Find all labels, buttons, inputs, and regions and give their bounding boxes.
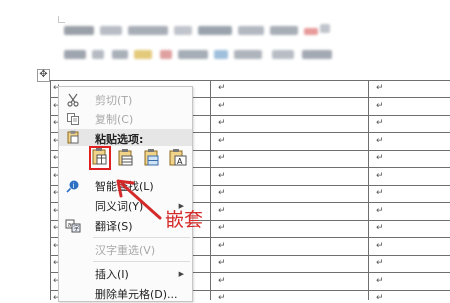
menu-item-label: 同义词(Y) [95,199,144,213]
smart-lookup-icon: i [65,178,81,194]
cell-end-mark: ↵ [376,136,384,146]
paste-nest-icon [92,147,108,169]
paste-rows-icon [144,148,160,170]
cell-end-mark: ↵ [218,293,226,303]
cell-end-mark: ↵ [218,171,226,181]
paste-nest-table-button[interactable] [89,146,111,170]
cell-end-mark: ↵ [376,276,384,286]
menu-item-smart-lookup[interactable]: i 智能查找(L) [59,176,192,195]
cell-end-mark: ↵ [376,83,384,93]
cell-end-mark: ↵ [376,293,384,303]
cell-end-mark: ↵ [218,223,226,233]
cell-end-mark: ↵ [218,153,226,163]
paste-options-header: 粘贴选项: [59,129,192,146]
menu-item-insert[interactable]: 插入(I) ▶ [59,264,192,283]
menu-item-label: 翻译(S) [95,219,133,233]
menu-item-copy[interactable]: 复制(C) [59,109,192,128]
annotation-label: 嵌套 [165,209,204,231]
cell-end-mark: ↵ [218,83,226,93]
blurred-header-content [58,16,342,76]
cell-end-mark: ↵ [376,241,384,251]
cell-end-mark: ↵ [218,118,226,128]
cell-end-mark: ↵ [376,118,384,128]
cell-end-mark: ↵ [218,136,226,146]
cell-end-mark: ↵ [218,101,226,111]
cell-end-mark: ↵ [218,188,226,198]
paste-options-row: A [89,146,189,172]
cell-end-mark: ↵ [218,206,226,216]
paste-options-label: 粘贴选项: [95,133,144,146]
cell-end-mark: ↵ [218,258,226,268]
menu-separator [93,237,190,238]
menu-item-label: 智能查找(L) [95,179,154,193]
menu-separator [93,261,190,262]
svg-text:字: 字 [73,224,79,232]
menu-item-label: 汉字重选(V) [95,243,156,257]
menu-item-han-reconversion[interactable]: 汉字重选(V) [59,240,192,259]
submenu-arrow-icon: ▶ [178,269,184,278]
cell-end-mark: ↵ [376,258,384,268]
cell-end-mark: ↵ [218,276,226,286]
paste-text-only-button[interactable]: A [167,147,189,171]
svg-text:i: i [72,181,74,189]
cell-end-mark: ↵ [376,171,384,181]
paste-text-icon: A [169,148,187,170]
scissors-icon [65,92,81,108]
cell-end-mark: ↵ [376,188,384,198]
cell-end-mark: ↵ [376,223,384,233]
menu-item-cut[interactable]: 剪切(T) [59,90,192,109]
cell-end-mark: ↵ [376,206,384,216]
paste-merge-table-button[interactable] [115,147,137,171]
menu-item-label: 插入(I) [95,267,129,281]
translate-icon: a字 [65,218,81,234]
clipboard-icon [65,129,81,145]
paste-merge-icon [118,148,134,170]
menu-item-label: 剪切(T) [95,93,133,107]
cell-end-mark: ↵ [376,153,384,163]
copy-icon [65,111,81,127]
menu-item-label: 复制(C) [95,112,134,126]
context-menu: 剪切(T) 复制(C) 粘贴选项: A i 智能查找(L) 同义词(Y) ▶ a… [58,86,193,302]
menu-item-label: 删除单元格(D)... [95,287,178,301]
cell-end-mark: ↵ [376,101,384,111]
table-move-handle[interactable]: ✥ [37,69,50,82]
cell-end-mark: ↵ [218,241,226,251]
svg-text:A: A [177,157,183,166]
menu-item-delete-cells[interactable]: 删除单元格(D)... [59,284,192,303]
paste-rows-button[interactable] [141,147,163,171]
svg-text:a: a [68,221,72,228]
